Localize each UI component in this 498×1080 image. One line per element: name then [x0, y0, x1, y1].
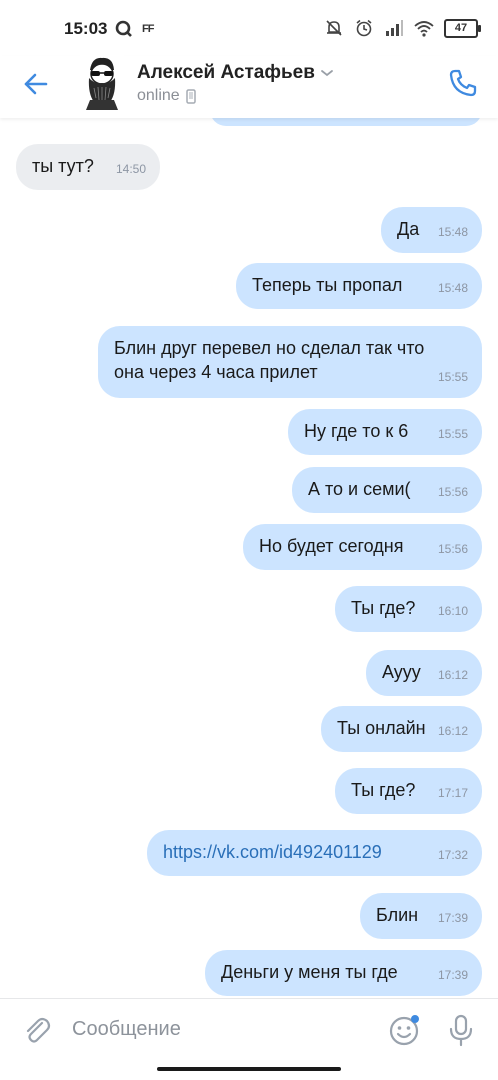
message-bubble-outgoing[interactable]: Блин 17:39: [360, 893, 482, 939]
message-time: 15:48: [437, 281, 468, 295]
status-left-icons: FF: [114, 19, 154, 39]
chevron-down-icon[interactable]: [320, 68, 334, 78]
contact-name[interactable]: Алексей Астафьев: [137, 62, 315, 84]
message-time: 15:56: [437, 542, 468, 556]
back-button[interactable]: [18, 66, 54, 102]
chat-header: Алексей Астафьев online: [0, 54, 498, 118]
message-time: 14:50: [115, 162, 146, 176]
message-bubble-outgoing[interactable]: [210, 118, 482, 126]
alarm-icon: [356, 19, 372, 37]
message-text: Блин: [376, 905, 419, 925]
message-bubble-outgoing[interactable]: А то и семи( 15:56: [292, 467, 482, 513]
wifi-icon: [414, 21, 434, 37]
emoji-button[interactable]: [388, 1013, 422, 1047]
message-composer: [0, 998, 498, 1061]
message-bubble-outgoing[interactable]: Ты онлайн 16:12: [321, 706, 482, 752]
message-time: 16:12: [437, 668, 468, 682]
arrow-left-icon: [24, 73, 48, 95]
message-text-line: она через 4 часа прилет: [114, 362, 318, 382]
message-bubble-outgoing[interactable]: Аууу 16:12: [366, 650, 482, 696]
message-text: Ты где?: [351, 780, 416, 800]
message-bubble-outgoing[interactable]: Ты где? 16:10: [335, 586, 482, 632]
message-time: 16:12: [437, 724, 468, 738]
message-link[interactable]: https://vk.com/id492401129: [163, 842, 382, 862]
message-bubble-outgoing[interactable]: Да 15:48: [381, 207, 482, 253]
message-time: 15:55: [437, 370, 468, 384]
message-time: 17:17: [437, 786, 468, 800]
message-input[interactable]: [72, 1015, 372, 1043]
signal-icon: [386, 20, 403, 36]
message-bubble-outgoing[interactable]: Ну где то к 6 15:55: [288, 409, 482, 455]
message-time: 17:39: [437, 968, 468, 982]
contact-status: online: [137, 87, 196, 105]
message-time: 15:55: [437, 427, 468, 441]
message-text: Аууу: [382, 662, 421, 682]
online-status-text: online: [137, 87, 180, 104]
q-app-icon: [115, 20, 132, 37]
call-button[interactable]: [446, 66, 480, 100]
status-time: 15:03: [64, 19, 108, 38]
status-right-icons: 47: [324, 18, 481, 38]
smiley-icon: [389, 1015, 419, 1046]
message-text: А то и семи(: [308, 479, 411, 499]
message-text: Ты онлайн: [337, 718, 426, 738]
message-time: 17:32: [437, 848, 468, 862]
message-bubble-outgoing[interactable]: Ты где? 17:17: [335, 768, 482, 814]
battery-indicator: 47: [444, 18, 481, 38]
message-bubble-incoming[interactable]: ты тут? 14:50: [16, 144, 160, 190]
status-bar: 15:03 FF 47: [0, 0, 498, 56]
avatar[interactable]: [80, 54, 124, 110]
message-time: 17:39: [437, 911, 468, 925]
attach-button[interactable]: [20, 1013, 52, 1045]
system-nav-bar: [0, 1060, 498, 1080]
message-bubble-outgoing[interactable]: Блин друг перевел но сделал так что она …: [98, 326, 482, 398]
message-text: Теперь ты пропал: [252, 275, 403, 295]
paperclip-icon: [26, 1017, 51, 1043]
message-time: 15:48: [437, 225, 468, 239]
message-text: Ну где то к 6: [304, 421, 409, 441]
message-text: Да: [397, 219, 420, 239]
mobile-device-icon: [185, 88, 196, 104]
message-text: Ты где?: [351, 598, 416, 618]
message-bubble-outgoing[interactable]: https://vk.com/id492401129 17:32: [147, 830, 482, 876]
message-bubble-outgoing[interactable]: Но будет сегодня 15:56: [243, 524, 482, 570]
message-time: 15:56: [437, 485, 468, 499]
message-text: Но будет сегодня: [259, 536, 404, 556]
message-text: ты тут?: [32, 156, 94, 176]
ff-app-icon: FF: [142, 23, 154, 35]
mute-icon: [326, 20, 342, 36]
phone-icon: [449, 69, 477, 97]
message-bubble-outgoing[interactable]: Теперь ты пропал 15:48: [236, 263, 482, 309]
microphone-icon: [449, 1014, 473, 1047]
microphone-button[interactable]: [446, 1013, 476, 1047]
message-text-line: Блин друг перевел но сделал так что: [114, 338, 425, 358]
message-time: 16:10: [437, 604, 468, 618]
home-indicator[interactable]: [157, 1067, 341, 1071]
message-list[interactable]: ты тут? 14:50 Да 15:48 Теперь ты пропал …: [0, 118, 498, 998]
message-bubble-outgoing[interactable]: Деньги у меня ты где 17:39: [205, 950, 482, 996]
message-text: Деньги у меня ты где: [221, 962, 398, 982]
